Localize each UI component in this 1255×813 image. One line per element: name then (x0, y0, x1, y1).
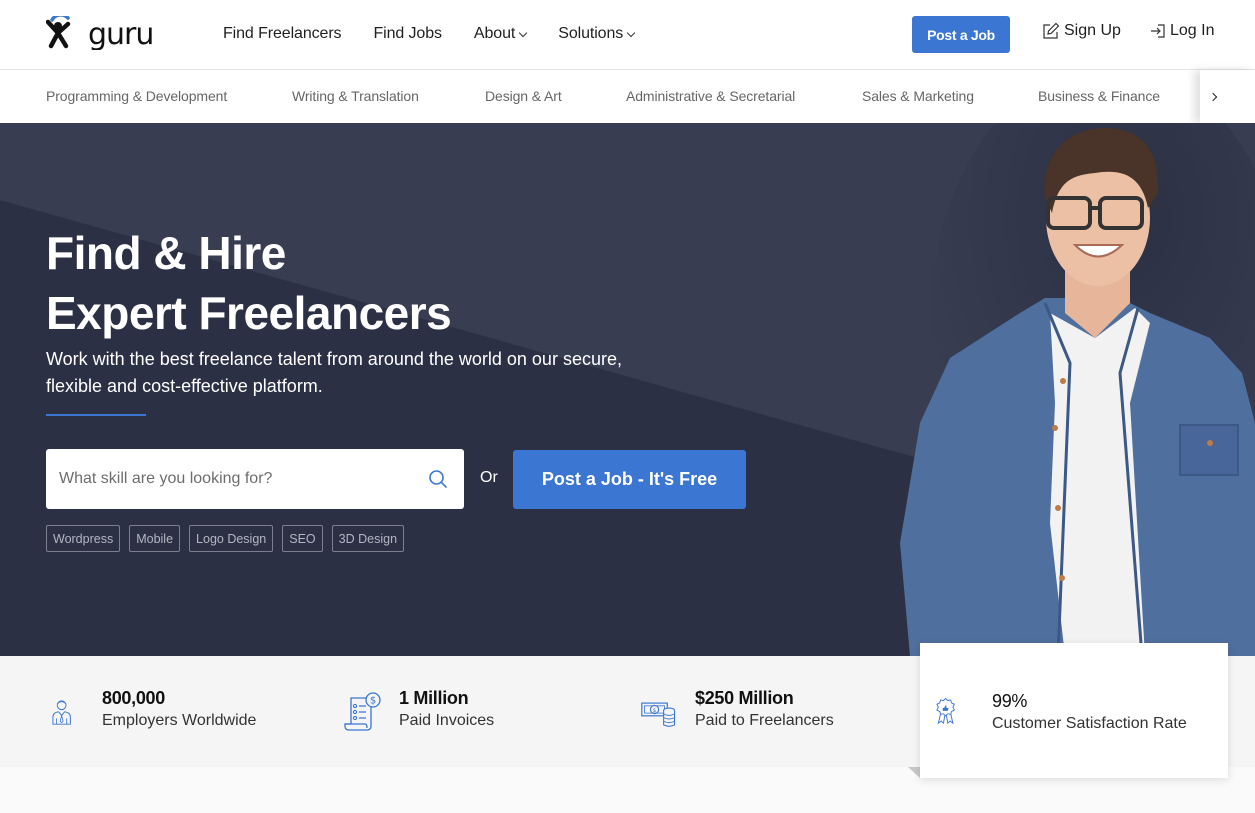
chevron-down-icon (519, 28, 528, 37)
main-nav: Find Freelancers Find Jobs About Solutio… (223, 0, 666, 68)
sign-up-label: Sign Up (1064, 22, 1121, 39)
money-icon: $ (641, 702, 676, 727)
stat-label: Customer Satisfaction Rate (992, 715, 1187, 732)
stat-value: $250 Million (695, 688, 794, 708)
hero-title: Find & Hire Expert Freelancers (46, 223, 452, 343)
tag-wordpress[interactable]: Wordpress (46, 525, 121, 552)
chevron-down-icon (626, 28, 636, 37)
hero-section: Find & Hire Expert Freelancers Work with… (0, 123, 1255, 656)
stat-paid: $ $250 Million Paid to Freelancers (640, 686, 834, 736)
skill-search-input[interactable] (59, 470, 409, 488)
hero-title-line2: Expert Freelancers (46, 287, 452, 339)
search-icon[interactable] (428, 469, 448, 489)
stat-label: Paid Invoices (399, 712, 495, 729)
stat-label: Employers Worldwide (102, 712, 257, 729)
chevron-right-icon (1208, 92, 1217, 101)
category-next-button[interactable] (1200, 70, 1255, 123)
hero-divider (46, 414, 146, 416)
nav-label: Solutions (558, 25, 624, 42)
invoice-icon: $ (344, 692, 381, 731)
tag-seo[interactable]: SEO (282, 525, 323, 552)
post-job-free-button[interactable]: Post a Job - It's Free (513, 450, 746, 509)
card-fold (908, 767, 920, 778)
hero-person-image (900, 123, 1255, 656)
category-programming[interactable]: Programming & Development (46, 88, 227, 104)
category-design[interactable]: Design & Art (485, 88, 562, 104)
edit-icon (1043, 22, 1060, 39)
tag-3d-design[interactable]: 3D Design (331, 525, 405, 552)
award-icon (936, 697, 955, 725)
category-bar: Programming & Development Writing & Tran… (0, 70, 1255, 123)
nav-find-jobs[interactable]: Find Jobs (373, 25, 442, 43)
svg-text:$: $ (370, 696, 376, 707)
tag-mobile[interactable]: Mobile (129, 525, 181, 552)
employer-icon (52, 700, 71, 725)
stat-value: 1 Million (399, 688, 469, 708)
hero-title-line1: Find & Hire (46, 227, 286, 279)
log-in-label: Log In (1170, 22, 1215, 39)
nav-about[interactable]: About (473, 25, 528, 43)
or-label: Or (480, 469, 498, 486)
tag-logo-design[interactable]: Logo Design (189, 525, 274, 552)
site-header: guru Find Freelancers Find Jobs About So… (0, 0, 1255, 70)
svg-text:guru: guru (88, 17, 153, 50)
sign-up-link[interactable]: Sign Up (1042, 22, 1121, 40)
hero-subtitle: Work with the best freelance talent from… (46, 349, 622, 396)
guru-logo[interactable]: guru (46, 16, 178, 50)
stat-value: 99% (992, 691, 1028, 711)
popular-tags: Wordpress Mobile Logo Design SEO 3D Desi… (46, 525, 413, 552)
stat-value: 800,000 (102, 688, 165, 708)
category-writing[interactable]: Writing & Translation (292, 88, 419, 104)
skill-search (46, 449, 464, 509)
nav-find-freelancers[interactable]: Find Freelancers (223, 25, 342, 43)
stat-label: Paid to Freelancers (695, 712, 834, 729)
category-business[interactable]: Business & Finance (1038, 88, 1160, 104)
login-icon (1151, 24, 1165, 38)
stat-invoices: $ 1 Million Paid Invoices (343, 686, 494, 736)
log-in-link[interactable]: Log In (1150, 22, 1214, 40)
svg-text:$: $ (653, 708, 657, 714)
nav-label: Find Jobs (373, 25, 442, 42)
category-administrative[interactable]: Administrative & Secretarial (626, 88, 795, 104)
stat-satisfaction: 99% Customer Satisfaction Rate (934, 689, 1187, 735)
satisfaction-card: 99% Customer Satisfaction Rate (920, 643, 1228, 778)
stat-employers: 800,000 Employers Worldwide (50, 686, 256, 736)
nav-label: About (473, 25, 516, 42)
nav-label: Find Freelancers (223, 25, 342, 42)
nav-solutions[interactable]: Solutions (558, 25, 636, 43)
category-sales[interactable]: Sales & Marketing (862, 88, 974, 104)
post-job-button[interactable]: Post a Job (912, 16, 1010, 53)
